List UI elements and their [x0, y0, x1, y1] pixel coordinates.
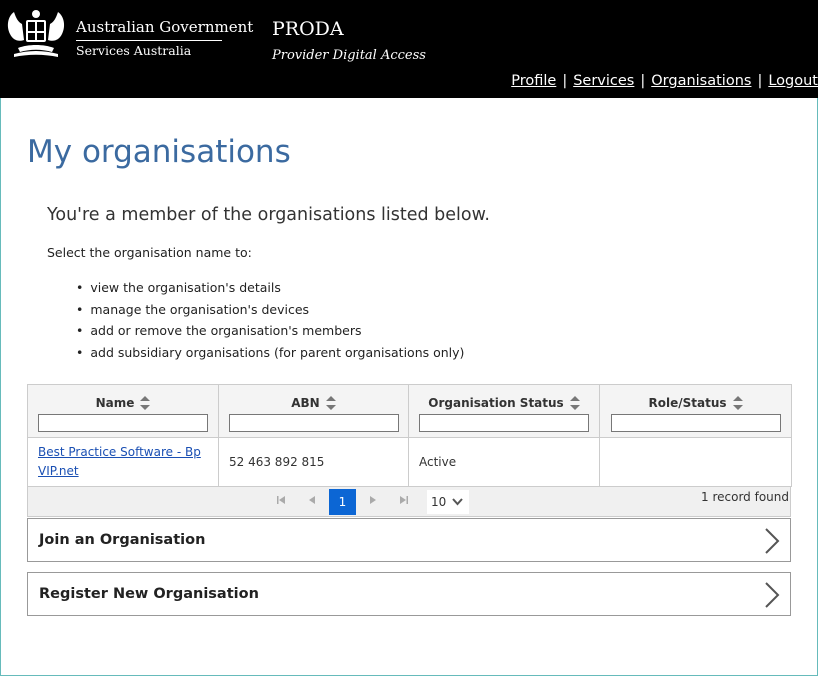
- list-item: add or remove the organisation's members: [76, 322, 464, 344]
- nav-logout-link[interactable]: Logout: [768, 73, 818, 89]
- chevron-right-icon: [765, 582, 780, 608]
- page-size-value: 10: [431, 495, 447, 509]
- status-filter-input[interactable]: [419, 414, 589, 432]
- instruction-list: view the organisation's details manage t…: [76, 279, 464, 366]
- sort-icon[interactable]: [732, 396, 743, 410]
- column-label: ABN: [291, 396, 320, 410]
- column-label: Role/Status: [648, 396, 727, 410]
- agency-name: Services Australia: [76, 43, 192, 58]
- app-subtitle: Provider Digital Access: [272, 48, 426, 63]
- role-filter-input[interactable]: [610, 414, 781, 432]
- action-label: Join an Organisation: [39, 532, 206, 548]
- abn-filter-input[interactable]: [228, 414, 399, 432]
- nav-separator: |: [640, 73, 646, 89]
- list-item: manage the organisation's devices: [76, 301, 464, 323]
- sort-icon[interactable]: [325, 396, 336, 410]
- record-count: 1 record found: [701, 490, 789, 504]
- page-size-select[interactable]: 10: [427, 490, 469, 514]
- action-label: Register New Organisation: [39, 586, 259, 602]
- column-header-role[interactable]: Role/Status: [599, 384, 792, 438]
- column-header-abn[interactable]: ABN: [218, 384, 409, 438]
- pagination-bar: 1 10 1 record found: [27, 487, 791, 517]
- government-name: Australian Government: [76, 18, 254, 36]
- site-header: Australian Government Services Australia…: [0, 0, 818, 98]
- instruction-text: Select the organisation name to:: [47, 245, 252, 260]
- current-page-button[interactable]: 1: [329, 489, 356, 515]
- status-cell: Active: [408, 437, 600, 487]
- chevron-down-icon: [452, 498, 463, 506]
- last-page-icon[interactable]: [393, 491, 415, 513]
- organisation-name-line: Best Practice Software - Bp: [38, 445, 201, 459]
- role-cell: [599, 437, 792, 487]
- join-organisation-button[interactable]: Join an Organisation: [27, 518, 791, 562]
- previous-page-icon[interactable]: [301, 491, 323, 513]
- table-row: Best Practice Software - Bp VIP.net 52 46…: [27, 437, 792, 487]
- nav-separator: |: [562, 73, 568, 89]
- organisation-link[interactable]: Best Practice Software - Bp VIP.net: [38, 445, 201, 478]
- name-cell: Best Practice Software - Bp VIP.net: [27, 437, 219, 487]
- register-organisation-button[interactable]: Register New Organisation: [27, 572, 791, 616]
- column-header-status[interactable]: Organisation Status: [408, 384, 600, 438]
- chevron-right-icon: [765, 528, 780, 554]
- column-header-name[interactable]: Name: [27, 384, 219, 438]
- sort-icon[interactable]: [569, 396, 580, 410]
- coat-of-arms-icon: [7, 10, 65, 57]
- main-nav: Profile | Services | Organisations | Logout: [511, 71, 818, 91]
- list-item: view the organisation's details: [76, 279, 464, 301]
- lead-text: You're a member of the organisations lis…: [47, 205, 490, 225]
- nav-organisations-link[interactable]: Organisations: [651, 73, 751, 89]
- list-item: add subsidiary organisations (for parent…: [76, 344, 464, 366]
- government-divider: [76, 40, 222, 41]
- page-title: My organisations: [27, 134, 291, 170]
- nav-services-link[interactable]: Services: [573, 73, 634, 89]
- nav-profile-link[interactable]: Profile: [511, 73, 556, 89]
- next-page-icon[interactable]: [362, 491, 384, 513]
- column-label: Organisation Status: [428, 396, 564, 410]
- organisations-table: Name ABN Organisation Status Role/Status…: [27, 384, 792, 487]
- name-filter-input[interactable]: [38, 414, 208, 432]
- app-title: PRODA: [272, 18, 344, 40]
- organisation-name-line: VIP.net: [38, 464, 79, 478]
- abn-cell: 52 463 892 815: [218, 437, 409, 487]
- column-label: Name: [95, 396, 135, 410]
- sort-icon[interactable]: [140, 396, 151, 410]
- nav-separator: |: [757, 73, 763, 89]
- first-page-icon[interactable]: [270, 491, 292, 513]
